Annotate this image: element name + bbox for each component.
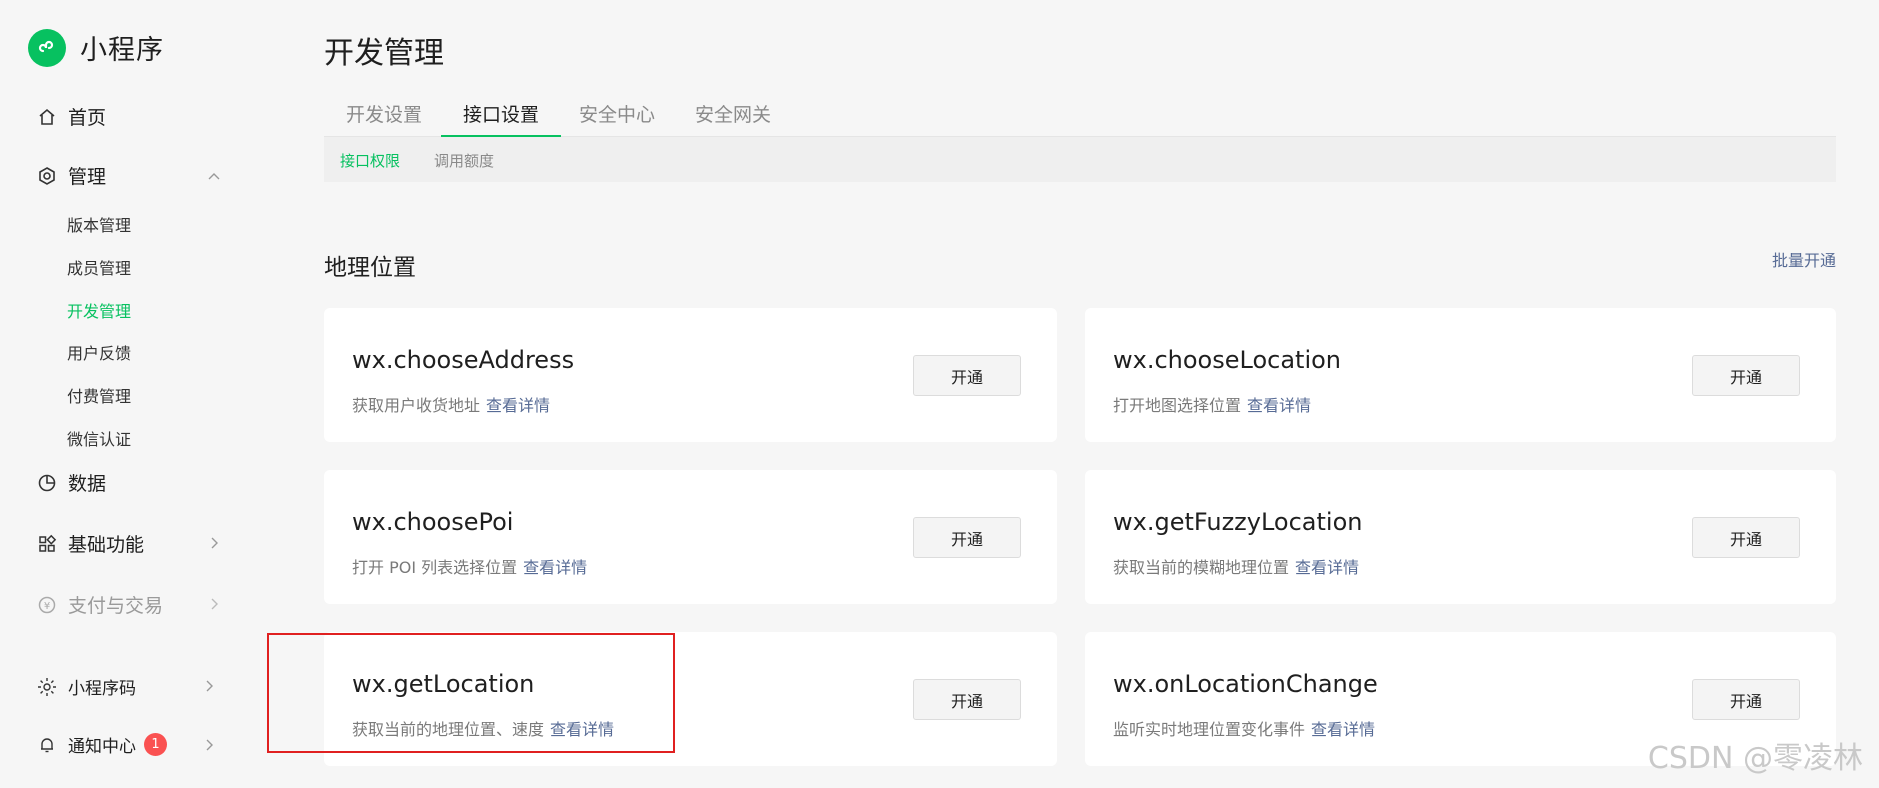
- sidebar-sub-members[interactable]: 成员管理: [67, 255, 131, 279]
- sidebar-item-label: 数据: [68, 473, 107, 495]
- sidebar-sub-feedback[interactable]: 用户反馈: [67, 340, 131, 364]
- api-desc-text: 监听实时地理位置变化事件: [1113, 720, 1306, 739]
- api-name: wx.onLocationChange: [1113, 670, 1378, 698]
- home-icon: [36, 106, 58, 128]
- sidebar-sub-payment[interactable]: 付费管理: [67, 383, 131, 407]
- sidebar-item-data[interactable]: 数据: [36, 469, 106, 496]
- sidebar-sub-dev[interactable]: 开发管理: [67, 298, 131, 322]
- sidebar-sub-verify[interactable]: 微信认证: [67, 426, 131, 450]
- api-description: 获取当前的模糊地理位置 查看详情: [1113, 554, 1359, 578]
- sidebar: 小程序 首页 管理 版本管理 成员管理 开发管理 用户反馈 付费管理 微信认证 …: [0, 0, 250, 788]
- api-desc-text: 获取用户收货地址: [352, 396, 481, 415]
- chevron-right-icon[interactable]: [203, 739, 215, 751]
- subtab-call-quota[interactable]: 调用额度: [434, 150, 494, 171]
- grid-icon: [36, 533, 58, 555]
- sidebar-item-home[interactable]: 首页: [36, 103, 106, 130]
- api-card: wx.chooseAddress 获取用户收货地址 查看详情 开通: [324, 308, 1057, 442]
- tab-api-settings[interactable]: 接口设置: [441, 96, 562, 137]
- view-details-link[interactable]: 查看详情: [486, 396, 550, 415]
- app-name: 小程序: [80, 35, 164, 66]
- sidebar-item-label: 管理: [68, 166, 107, 188]
- api-card: wx.chooseLocation 打开地图选择位置 查看详情 开通: [1085, 308, 1836, 442]
- sidebar-item-label: 小程序码: [68, 679, 136, 699]
- open-button[interactable]: 开通: [1692, 517, 1800, 558]
- pie-chart-icon: [36, 472, 58, 494]
- tab-dev-settings[interactable]: 开发设置: [324, 96, 444, 137]
- api-name: wx.choosePoi: [352, 508, 514, 536]
- batch-open-link[interactable]: 批量开通: [1772, 247, 1836, 271]
- api-name: wx.getFuzzyLocation: [1113, 508, 1363, 536]
- sidebar-item-manage[interactable]: 管理: [36, 162, 106, 189]
- sidebar-item-notify[interactable]: 通知中心 1: [36, 732, 167, 757]
- qrcode-sun-icon: [36, 676, 58, 698]
- subtab-api-permission[interactable]: 接口权限: [340, 150, 400, 171]
- api-description: 打开地图选择位置 查看详情: [1113, 392, 1311, 416]
- page-title: 开发管理: [324, 36, 444, 71]
- sidebar-item-basic[interactable]: 基础功能: [36, 530, 144, 557]
- api-description: 获取用户收货地址 查看详情: [352, 392, 550, 416]
- chevron-right-icon[interactable]: [208, 537, 220, 549]
- bell-icon: [36, 734, 58, 756]
- watermark: CSDN @零凌林: [1647, 741, 1863, 776]
- open-button[interactable]: 开通: [913, 355, 1021, 396]
- subtab-bar: 接口权限 调用额度: [324, 137, 1836, 182]
- sidebar-item-label: 支付与交易: [68, 595, 164, 617]
- section-title: 地理位置: [324, 255, 416, 281]
- gear-icon: [36, 165, 58, 187]
- tab-bar: 开发设置 接口设置 安全中心 安全网关: [324, 96, 1836, 137]
- svg-text:¥: ¥: [44, 601, 50, 612]
- highlight-annotation: [267, 633, 675, 753]
- sidebar-item-label: 通知中心: [68, 737, 136, 757]
- api-desc-text: 获取当前的模糊地理位置: [1113, 558, 1290, 577]
- api-name: wx.chooseLocation: [1113, 346, 1342, 374]
- logo[interactable]: 小程序: [28, 28, 164, 67]
- chevron-right-icon[interactable]: [208, 598, 220, 610]
- view-details-link[interactable]: 查看详情: [523, 558, 587, 577]
- open-button[interactable]: 开通: [1692, 355, 1800, 396]
- tab-security-gateway[interactable]: 安全网关: [673, 96, 793, 137]
- sidebar-item-payment[interactable]: ¥ 支付与交易: [36, 591, 163, 618]
- open-button[interactable]: 开通: [913, 517, 1021, 558]
- sidebar-item-qrcode[interactable]: 小程序码: [36, 674, 136, 699]
- sidebar-item-label: 首页: [68, 107, 107, 129]
- chevron-right-icon[interactable]: [203, 680, 215, 692]
- chevron-up-icon[interactable]: [208, 170, 220, 182]
- open-button[interactable]: 开通: [913, 679, 1021, 720]
- yen-icon: ¥: [36, 594, 58, 616]
- api-card: wx.choosePoi 打开 POI 列表选择位置 查看详情 开通: [324, 470, 1057, 604]
- view-details-link[interactable]: 查看详情: [1311, 720, 1375, 739]
- view-details-link[interactable]: 查看详情: [1247, 396, 1311, 415]
- miniprogram-logo-icon: [28, 28, 66, 67]
- sidebar-sub-version[interactable]: 版本管理: [67, 212, 131, 236]
- open-button[interactable]: 开通: [1692, 679, 1800, 720]
- api-description: 打开 POI 列表选择位置 查看详情: [352, 554, 587, 578]
- api-description: 监听实时地理位置变化事件 查看详情: [1113, 716, 1375, 740]
- api-name: wx.chooseAddress: [352, 346, 575, 374]
- tab-security-center[interactable]: 安全中心: [557, 96, 677, 137]
- view-details-link[interactable]: 查看详情: [1295, 558, 1359, 577]
- api-desc-text: 打开地图选择位置: [1113, 396, 1242, 415]
- api-desc-text: 打开 POI 列表选择位置: [352, 558, 518, 577]
- sidebar-item-label: 基础功能: [68, 534, 145, 556]
- api-card: wx.getFuzzyLocation 获取当前的模糊地理位置 查看详情 开通: [1085, 470, 1836, 604]
- notification-badge: 1: [144, 733, 167, 756]
